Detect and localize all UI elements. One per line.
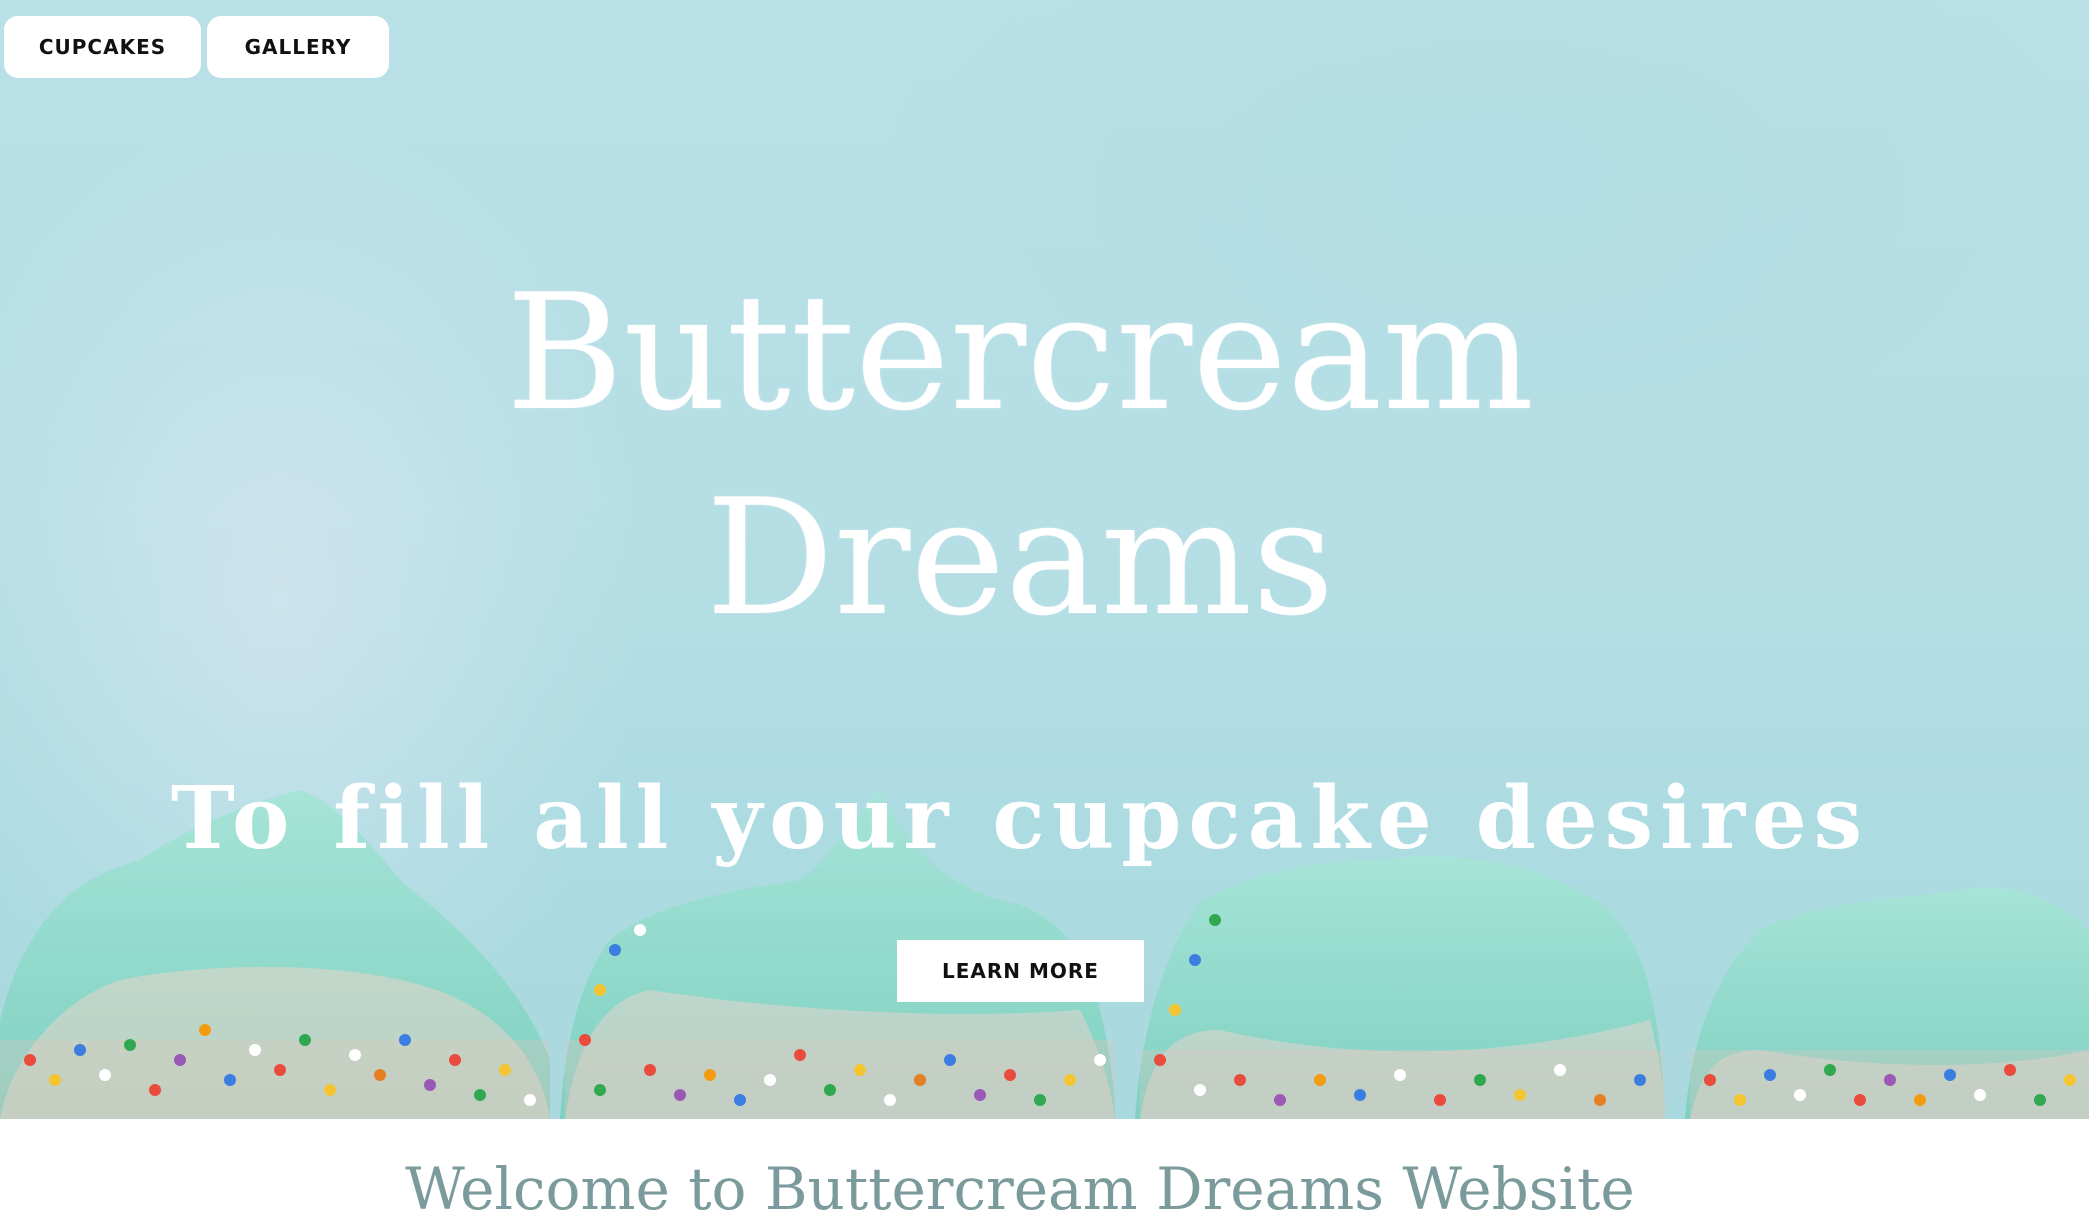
nav-cupcakes-button[interactable]: CUPCAKES (4, 16, 201, 78)
hero-section: CUPCAKES GALLERY Buttercream Dreams To f… (0, 0, 2089, 1119)
top-nav: CUPCAKES GALLERY (4, 16, 389, 78)
nav-gallery-button[interactable]: GALLERY (207, 16, 389, 78)
learn-more-button[interactable]: LEARN MORE (897, 940, 1144, 1002)
welcome-heading: Welcome to Buttercream Dreams Website (405, 1155, 1635, 1223)
hero-title-line2: Dreams (705, 464, 1335, 651)
hero-title-line1: Buttercream (505, 259, 1535, 446)
hero-title: Buttercream Dreams (0, 250, 2040, 660)
page: CUPCAKES GALLERY Buttercream Dreams To f… (0, 0, 2089, 1229)
hero-subtitle: To fill all your cupcake desires (170, 768, 1870, 869)
